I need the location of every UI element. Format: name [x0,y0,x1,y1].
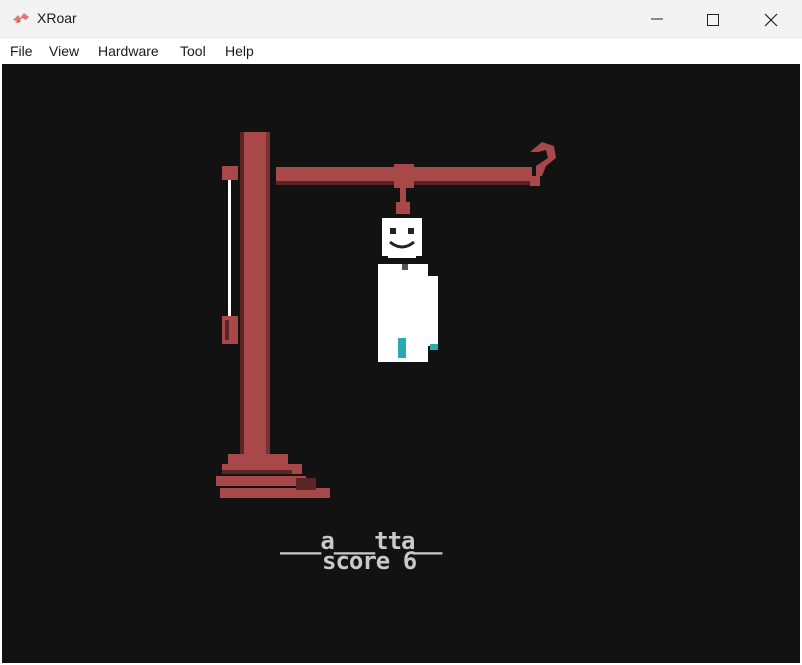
menu-view[interactable]: View [49,43,79,59]
menu-help[interactable]: Help [225,43,254,59]
menu-bar: File View Hardware Tool Help [0,38,802,64]
menu-hardware[interactable]: Hardware [98,43,159,59]
close-icon [764,13,778,27]
score-label: score 6 [322,547,417,575]
minimize-icon [651,18,663,20]
pulley [222,166,238,180]
rope [228,172,231,318]
maximize-button[interactable] [684,0,742,38]
counterweight [222,316,238,344]
close-button[interactable] [742,0,800,38]
minimize-button[interactable] [628,0,686,38]
gallows-post [240,132,270,472]
menu-file[interactable]: File [10,43,33,59]
window-title: XRoar [37,10,77,26]
title-bar: XRoar [0,0,802,38]
hook [530,142,556,176]
gallows-base [228,454,288,464]
figure-arm [428,276,438,346]
figure-accent [398,338,406,358]
maximize-icon [707,14,719,26]
noose-knot [394,164,414,188]
xroar-logo-icon [12,11,30,25]
menu-tool[interactable]: Tool [180,43,206,59]
